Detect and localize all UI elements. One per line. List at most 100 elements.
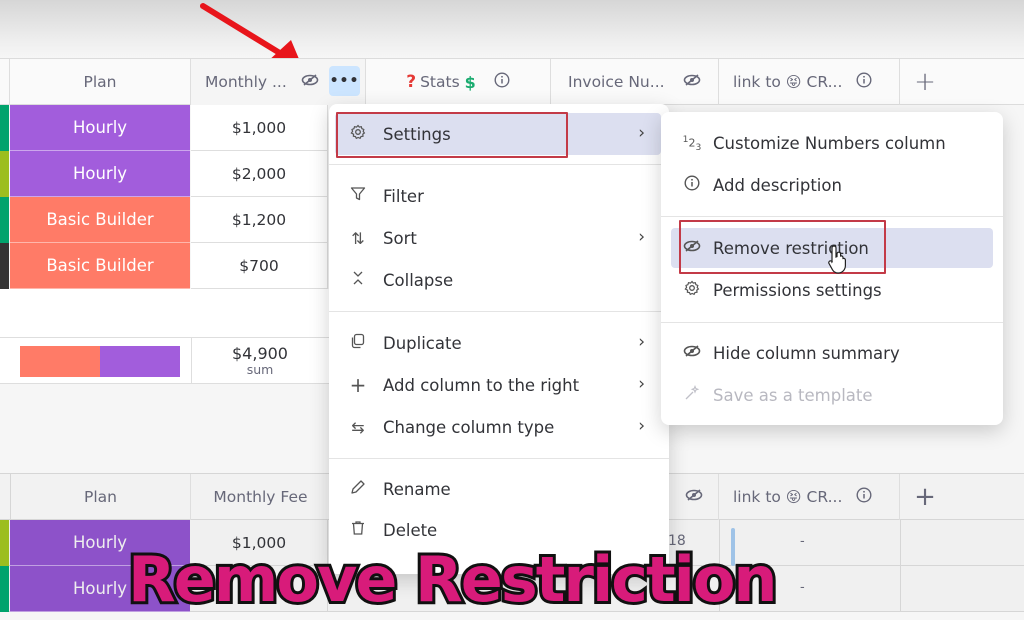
- column-header-invoice-number[interactable]: [669, 474, 719, 520]
- column-label: Plan: [84, 488, 117, 506]
- add-column-button[interactable]: +: [900, 474, 950, 520]
- plan-label: Hourly: [72, 579, 128, 598]
- column-header-invoice-number[interactable]: Invoice Nu...: [553, 59, 719, 105]
- monthly-fee-cell[interactable]: $1,200: [191, 197, 328, 243]
- link-value[interactable]: -: [800, 534, 805, 549]
- menu-item-collapse[interactable]: Collapse: [335, 259, 661, 301]
- submenu-item-label: Customize Numbers column: [713, 133, 946, 153]
- menu-divider: [329, 458, 669, 459]
- swap-icon: ⇆: [351, 417, 365, 437]
- tongue-face-emoji-icon: 😝: [785, 73, 802, 91]
- plan-cell[interactable]: Basic Builder: [10, 243, 190, 289]
- submenu-item-label: Save as a template: [713, 385, 873, 405]
- fee-value: $1,200: [231, 210, 287, 229]
- trash-icon: [347, 520, 369, 540]
- column-context-menu: Settings › Filter ⇅ Sort › Collapse Dupl…: [329, 104, 669, 574]
- menu-item-label: Change column type: [383, 417, 555, 437]
- row-color-marker: [0, 151, 9, 197]
- add-column-button[interactable]: +: [900, 59, 950, 105]
- submenu-item-permissions-settings[interactable]: Permissions settings: [671, 270, 993, 310]
- menu-item-change-column-type[interactable]: ⇆ Change column type ›: [335, 406, 661, 448]
- plan-label: Hourly: [72, 164, 128, 183]
- info-icon[interactable]: [856, 487, 872, 507]
- add-item-row[interactable]: [0, 289, 330, 337]
- plan-label: Hourly: [72, 118, 128, 137]
- monthly-fee-cell[interactable]: $1,000: [191, 105, 328, 151]
- question-emoji-icon: ?: [406, 72, 417, 92]
- menu-divider: [661, 216, 1003, 217]
- dollar-emoji-icon: $: [464, 72, 476, 92]
- info-icon[interactable]: [856, 72, 872, 92]
- plus-icon: +: [914, 482, 936, 512]
- info-icon[interactable]: [494, 72, 510, 92]
- column-header-stats[interactable]: ? Stats $: [366, 59, 551, 105]
- filter-icon: [347, 186, 369, 206]
- menu-item-duplicate[interactable]: Duplicate ›: [335, 322, 661, 364]
- menu-item-rename[interactable]: Rename: [335, 468, 661, 510]
- plan-cell[interactable]: Hourly: [10, 151, 190, 197]
- link-value[interactable]: -: [800, 580, 805, 595]
- column-header-link-to-crm[interactable]: link to 😝 CR...: [719, 474, 900, 520]
- eye-off-icon[interactable]: [683, 73, 701, 91]
- menu-item-label: Rename: [383, 479, 451, 499]
- column-label: Plan: [83, 73, 117, 91]
- eye-off-icon[interactable]: [685, 488, 703, 506]
- submenu-item-add-description[interactable]: Add description: [671, 165, 993, 205]
- row-color-marker: [0, 566, 9, 612]
- plus-icon: +: [349, 373, 367, 397]
- menu-divider: [329, 311, 669, 312]
- plan-label: Basic Builder: [46, 210, 154, 229]
- submenu-item-hide-column-summary[interactable]: Hide column summary: [671, 333, 993, 373]
- column-header-monthly-fee[interactable]: Monthly Fee: [191, 474, 331, 520]
- menu-divider: [329, 164, 669, 165]
- chevron-right-icon: ›: [638, 123, 645, 143]
- column-header-plan[interactable]: Plan: [10, 474, 191, 520]
- submenu-item-save-as-template: Save as a template: [671, 375, 993, 415]
- plan-cell[interactable]: Hourly: [10, 105, 190, 151]
- column-label: Invoice Nu...: [568, 73, 665, 91]
- video-caption: Remove Restriction: [125, 540, 781, 619]
- column-label: link to: [733, 73, 781, 91]
- distribution-segment-hourly: [100, 346, 180, 377]
- highlight-box-remove-restriction: [679, 220, 886, 274]
- chevron-right-icon: ›: [638, 227, 645, 247]
- column-label-suffix: CR...: [806, 488, 843, 506]
- column-header-plan[interactable]: Plan: [10, 59, 191, 105]
- menu-item-add-column-right[interactable]: + Add column to the right ›: [335, 364, 661, 406]
- monthly-fee-cell[interactable]: $700: [191, 243, 328, 289]
- hand-cursor-icon: [828, 245, 846, 274]
- tongue-face-emoji-icon: 😝: [785, 488, 802, 506]
- more-dots-icon: •••: [329, 73, 360, 89]
- cell-divider: [900, 566, 901, 612]
- sum-label: sum: [246, 362, 274, 377]
- column-label: Monthly Fee: [213, 488, 308, 506]
- fee-value: $2,000: [231, 164, 287, 183]
- plan-label: Basic Builder: [46, 256, 154, 275]
- collapse-icon: [347, 270, 369, 290]
- fee-value: $700: [239, 256, 279, 275]
- row-color-marker: [0, 105, 9, 151]
- cell-divider: [900, 520, 901, 566]
- menu-item-label: Sort: [383, 228, 417, 248]
- chevron-right-icon: ›: [638, 374, 645, 394]
- column-label-suffix: CR...: [806, 73, 843, 91]
- submenu-item-customize-numbers[interactable]: 123 Customize Numbers column: [671, 123, 993, 163]
- menu-item-sort[interactable]: ⇅ Sort ›: [335, 217, 661, 259]
- menu-item-filter[interactable]: Filter: [335, 175, 661, 217]
- menu-item-label: Collapse: [383, 270, 454, 290]
- row-color-marker: [0, 197, 9, 243]
- submenu-item-label: Add description: [713, 175, 842, 195]
- plus-icon: +: [914, 67, 936, 97]
- eye-off-icon[interactable]: [301, 73, 319, 91]
- chevron-right-icon: ›: [638, 416, 645, 436]
- column-label: Monthly ...: [205, 73, 287, 91]
- fee-value: $1,000: [231, 118, 287, 137]
- menu-divider: [661, 322, 1003, 323]
- gear-icon: [681, 280, 703, 300]
- monthly-fee-cell[interactable]: $2,000: [191, 151, 328, 197]
- row-color-marker: [0, 243, 9, 289]
- column-header-link-to-crm[interactable]: link to 😝 CR...: [719, 59, 900, 105]
- plan-cell[interactable]: Basic Builder: [10, 197, 190, 243]
- column-label: link to: [733, 488, 781, 506]
- column-more-options-button[interactable]: •••: [329, 66, 360, 96]
